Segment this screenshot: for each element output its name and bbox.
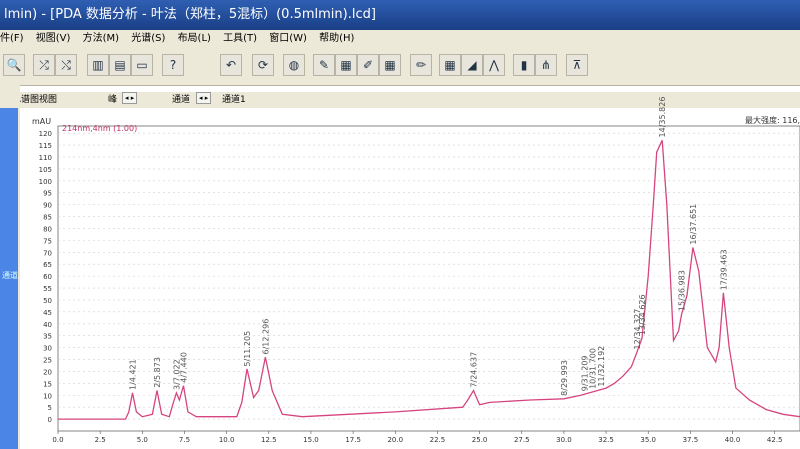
- peak-label: 11/32.192: [597, 346, 606, 387]
- x-tick-label: 0.0: [52, 436, 63, 444]
- x-tick-label: 15.0: [303, 436, 319, 444]
- peak-label: 6/12.296: [261, 319, 270, 355]
- peak-label: 15/36.983: [678, 270, 687, 311]
- peak-label: 5/11.205: [243, 331, 252, 367]
- y-tick-label: 65: [43, 261, 52, 269]
- y-tick-label: 90: [43, 202, 52, 210]
- peak-label: 2/5.873: [153, 357, 162, 388]
- x-tick-label: 32.5: [598, 436, 614, 444]
- y-tick-label: 85: [43, 214, 52, 222]
- max-intensity: 最大强度: 116,4: [745, 115, 800, 125]
- x-tick-label: 40.0: [725, 436, 741, 444]
- y-tick-label: 15: [43, 380, 52, 388]
- y-tick-label: 35: [43, 333, 52, 341]
- peak-label: 14/35.826: [658, 97, 667, 138]
- y-tick-label: 5: [48, 404, 52, 412]
- peak-label: 16/37.651: [689, 204, 698, 245]
- y-tick-label: 40: [43, 321, 52, 329]
- x-tick-label: 10.0: [219, 436, 235, 444]
- y-tick-label: 20: [43, 368, 52, 376]
- x-tick-label: 5.0: [137, 436, 148, 444]
- y-tick-label: 25: [43, 357, 52, 365]
- y-tick-label: 75: [43, 237, 52, 245]
- x-tick-label: 27.5: [514, 436, 530, 444]
- y-tick-label: 30: [43, 345, 52, 353]
- y-tick-label: 60: [43, 273, 52, 281]
- peak-label: 8/29.993: [560, 360, 569, 396]
- y-tick-label: 55: [43, 285, 52, 293]
- peak-label: 17/39.463: [719, 249, 728, 290]
- x-tick-label: 25.0: [472, 436, 488, 444]
- y-tick-label: 50: [43, 297, 52, 305]
- y-tick-label: 100: [39, 178, 52, 186]
- x-tick-label: 20.0: [387, 436, 403, 444]
- peak-label: 7/24.637: [469, 352, 478, 388]
- x-tick-label: 7.5: [179, 436, 190, 444]
- peak-label: 13/34.626: [638, 294, 647, 335]
- y-tick-label: 120: [39, 130, 52, 138]
- peak-label: 4/7.440: [179, 352, 188, 383]
- x-tick-label: 37.5: [683, 436, 699, 444]
- trace-label: 214nm,4nm (1.00): [62, 124, 137, 133]
- x-tick-label: 30.0: [556, 436, 572, 444]
- y-tick-label: 0: [48, 416, 52, 424]
- y-tick-label: 10: [43, 392, 52, 400]
- chromatogram-chart[interactable]: 0 5 10 15 20 25 30 35 40 45 50 55 60 65 70 75 80 85 90 95 10…: [0, 0, 800, 449]
- y-tick-label: 70: [43, 249, 52, 257]
- y-tick-label: 105: [39, 166, 52, 174]
- x-tick-label: 42.5: [767, 436, 783, 444]
- x-tick-label: 2.5: [95, 436, 106, 444]
- y-tick-label: 45: [43, 309, 52, 317]
- x-tick-label: 22.5: [430, 436, 446, 444]
- peak-label: 1/4.421: [129, 359, 138, 390]
- x-tick-label: 17.5: [345, 436, 361, 444]
- y-tick-label: 110: [39, 154, 52, 162]
- x-tick-label: 12.5: [261, 436, 277, 444]
- x-tick-label: 35.0: [640, 436, 656, 444]
- y-tick-label: 95: [43, 190, 52, 198]
- y-unit-label: mAU: [32, 117, 51, 126]
- y-tick-label: 80: [43, 225, 52, 233]
- y-tick-label: 115: [39, 142, 52, 150]
